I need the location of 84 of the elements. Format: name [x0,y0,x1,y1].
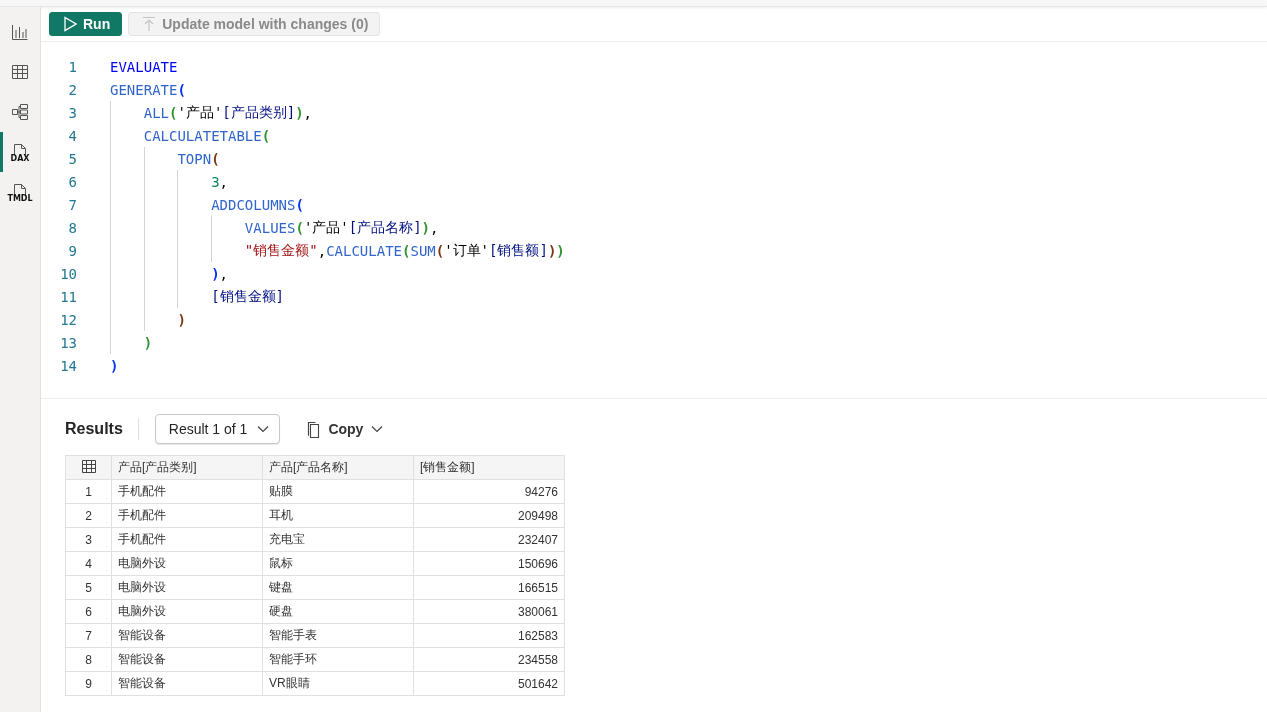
table-cell: 94276 [413,479,565,504]
upload-icon [142,16,157,32]
results-heading: Results [65,418,139,440]
table-cell: 166515 [413,575,565,600]
code-line: EVALUATE [110,57,178,77]
table-cell: 硬盘 [262,599,414,624]
row-number: 8 [65,647,112,672]
table-cell: 耳机 [262,503,414,528]
line-number: 5 [67,150,77,167]
table-cell: 380061 [413,599,565,624]
line-number: 3 [67,104,77,121]
table-cell: VR眼睛 [262,671,414,696]
row-number: 3 [65,527,112,552]
line-number: 12 [59,311,77,328]
table-cell: 手机配件 [111,503,263,528]
model-icon [11,103,29,121]
table-cell: 电脑外设 [111,599,263,624]
code-line: ADDCOLUMNS( [110,193,304,216]
column-header[interactable]: 产品[产品类别] [111,455,263,480]
line-number: 10 [59,265,77,282]
line-number: 2 [67,81,77,98]
table-cell: 232407 [413,527,565,552]
icon-label: DAX [10,155,30,163]
row-number: 4 [65,551,112,576]
code-line: ), [110,262,228,285]
code-line: "销售金额",CALCULATE(SUM('订单'[销售额])) [110,239,565,262]
icon-label: TMDL [7,195,33,203]
line-number: 9 [67,242,77,259]
row-number: 9 [65,671,112,696]
table-cell: 209498 [413,503,565,528]
table-cell: 手机配件 [111,479,263,504]
chevron-down-icon [371,425,384,433]
code-line: VALUES('产品'[产品名称]), [110,216,439,239]
code-line: ) [110,356,119,376]
table-cell: 智能手环 [262,647,414,672]
table-cell: 贴膜 [262,479,414,504]
table-cell: 150696 [413,551,565,576]
line-number: 7 [67,196,77,213]
line-number: 6 [67,173,77,190]
code-line: ) [110,308,186,331]
bar-chart-icon [11,23,29,41]
table-cell: 234558 [413,647,565,672]
table-cell: 手机配件 [111,527,263,552]
copy-button[interactable]: Copy [306,414,384,444]
code-line: ALL('产品'[产品类别]), [110,101,313,124]
code-line: ) [110,331,153,354]
line-number: 4 [67,127,77,144]
row-number: 2 [65,503,112,528]
line-number: 14 [59,357,77,374]
line-number: 8 [67,219,77,236]
table-cell: 电脑外设 [111,551,263,576]
line-number: 13 [59,334,77,351]
code-line: TOPN( [110,147,220,170]
chevron-down-icon [257,425,270,433]
code-line: GENERATE( [110,80,186,100]
code-line: [销售金额] [110,285,284,308]
file-tab[interactable]: DAX [0,132,40,172]
table-cell: 电脑外设 [111,575,263,600]
table-cell: 充电宝 [262,527,414,552]
table-grid-icon [81,459,96,473]
table-cell: 键盘 [262,575,414,600]
table-cell: 鼠标 [262,551,414,576]
result-dropdown[interactable]: Result 1 of 1 [154,414,281,444]
copy-icon [306,420,321,438]
table-icon [11,63,29,81]
table-cell: 162583 [413,623,565,648]
column-header[interactable]: 产品[产品名称] [262,455,414,480]
table-cell: 501642 [413,671,565,696]
row-number: 7 [65,623,112,648]
table-cell: 智能手表 [262,623,414,648]
table-cell: 智能设备 [111,623,263,648]
run-button[interactable]: Run [49,12,123,36]
play-icon [63,16,77,32]
code-line: 3, [110,170,228,193]
line-number: 11 [59,288,77,305]
column-header[interactable]: [销售金额] [413,455,565,480]
table-cell: 智能设备 [111,647,263,672]
row-number: 6 [65,599,112,624]
line-number: 1 [67,58,77,75]
table-cell: 智能设备 [111,671,263,696]
row-number: 1 [65,479,112,504]
row-number: 5 [65,575,112,600]
file-tab[interactable]: TMDL [0,172,40,212]
code-line: CALCULATETABLE( [110,124,271,147]
